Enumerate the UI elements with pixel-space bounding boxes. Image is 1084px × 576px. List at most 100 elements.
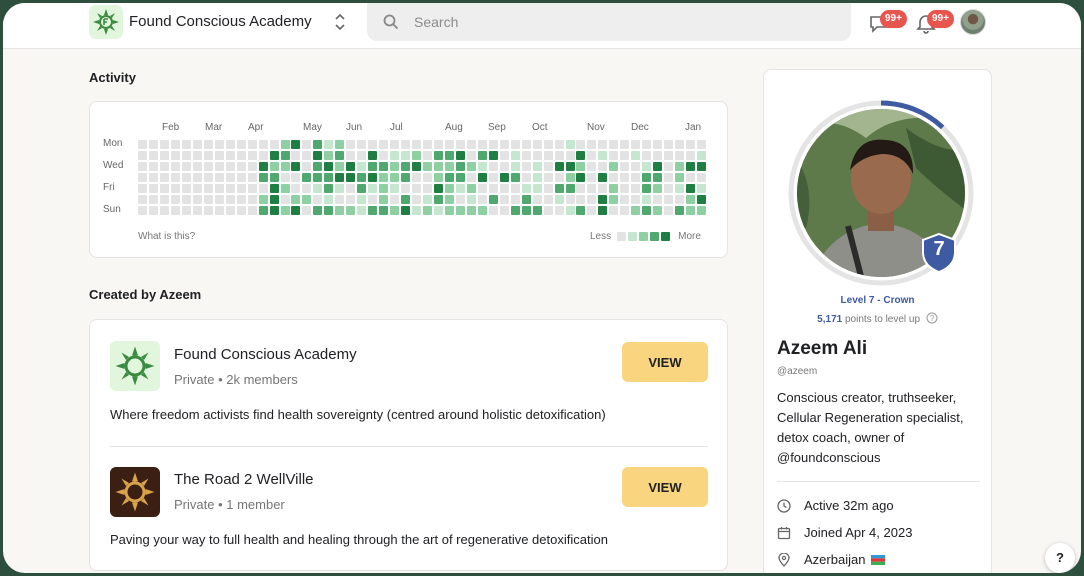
activity-day-cell <box>686 173 696 182</box>
level-badge-number: 7 <box>933 238 945 260</box>
activity-day-cell <box>390 162 400 171</box>
activity-day-cell <box>664 140 674 149</box>
activity-day-cell <box>455 184 465 193</box>
activity-day-cell <box>609 184 619 193</box>
notifications-button[interactable]: 99+ <box>915 10 954 34</box>
activity-day-cell <box>302 162 312 171</box>
activity-day-cell <box>686 151 696 160</box>
chat-button[interactable]: 99+ <box>868 10 907 34</box>
activity-day-cell <box>401 206 411 215</box>
search-input[interactable]: Search <box>367 3 851 41</box>
activity-day-cell <box>455 151 465 160</box>
activity-day-cell <box>455 140 465 149</box>
activity-day-cell <box>576 206 586 215</box>
activity-day-cell <box>379 184 389 193</box>
activity-day-cell <box>335 140 345 149</box>
activity-day-cell <box>444 184 454 193</box>
activity-day-cell <box>291 206 301 215</box>
activity-day-cell <box>488 173 498 182</box>
what-is-this-link[interactable]: What is this? <box>138 231 195 242</box>
activity-day-cell <box>664 162 674 171</box>
activity-day-cell <box>203 162 213 171</box>
location-text: Azerbaijan <box>804 552 866 567</box>
activity-day-cell <box>159 195 169 204</box>
activity-day-cell <box>466 151 476 160</box>
activity-day-cell <box>576 140 586 149</box>
user-avatar[interactable] <box>960 9 986 35</box>
activity-day-cell <box>631 151 641 160</box>
activity-day-cell <box>192 151 202 160</box>
activity-day-cell <box>532 195 542 204</box>
profile-avatar[interactable]: 7 <box>786 98 976 288</box>
points-suffix: points to level up <box>842 314 921 325</box>
activity-day-cell <box>433 151 443 160</box>
activity-day-cell <box>510 162 520 171</box>
activity-day-cell <box>269 162 279 171</box>
activity-day-cell <box>543 184 553 193</box>
activity-day-cell <box>620 195 630 204</box>
activity-day-cell <box>565 206 575 215</box>
activity-day-cell <box>477 173 487 182</box>
activity-day-cell <box>390 173 400 182</box>
activity-day-cell <box>466 195 476 204</box>
group-2-name[interactable]: The Road 2 WellVille <box>174 471 314 488</box>
activity-day-cell <box>598 195 608 204</box>
activity-day-cell <box>258 184 268 193</box>
group-1-logo[interactable] <box>110 341 160 391</box>
group-name[interactable]: Found Conscious Academy <box>129 13 312 30</box>
activity-day-cell <box>697 140 707 149</box>
group-2-view-button[interactable]: VIEW <box>622 467 708 507</box>
activity-day-cell <box>324 151 334 160</box>
month-label: Sep <box>488 122 506 133</box>
activity-day-cell <box>401 162 411 171</box>
activity-day-cell <box>379 140 389 149</box>
activity-day-cell <box>686 162 696 171</box>
group-1-name[interactable]: Found Conscious Academy <box>174 346 357 363</box>
activity-day-cell <box>214 184 224 193</box>
activity-day-cell <box>236 162 246 171</box>
activity-day-cell <box>148 140 158 149</box>
activity-day-cell <box>598 184 608 193</box>
help-circle-icon[interactable]: ? <box>926 312 938 324</box>
activity-day-cell <box>423 206 432 215</box>
activity-day-cell <box>357 140 367 149</box>
activity-day-cell <box>697 173 707 182</box>
activity-day-cell <box>565 184 575 193</box>
activity-day-cell <box>444 140 454 149</box>
activity-day-cell <box>313 195 323 204</box>
month-label: May <box>303 122 322 133</box>
activity-day-cell <box>313 206 323 215</box>
activity-day-cell <box>609 140 619 149</box>
activity-day-cell <box>653 195 663 204</box>
activity-day-cell <box>477 162 487 171</box>
activity-day-cell <box>379 151 389 160</box>
activity-day-cell <box>401 184 411 193</box>
activity-day-cell <box>379 195 389 204</box>
calendar-icon <box>777 526 791 539</box>
activity-day-cell <box>401 140 411 149</box>
activity-day-cell <box>280 206 290 215</box>
day-label: Fri <box>103 182 115 193</box>
group-logo[interactable] <box>89 5 123 39</box>
activity-day-cell <box>642 195 652 204</box>
activity-day-cell <box>664 184 674 193</box>
activity-day-cell <box>488 206 498 215</box>
activity-day-cell <box>466 184 476 193</box>
activity-day-cell <box>554 162 564 171</box>
activity-day-cell <box>576 195 586 204</box>
activity-day-cell <box>269 195 279 204</box>
activity-day-cell <box>466 173 476 182</box>
group-1-view-button[interactable]: VIEW <box>622 342 708 382</box>
location: Azerbaijan <box>777 552 898 567</box>
activity-day-cell <box>148 184 158 193</box>
help-button[interactable]: ? <box>1045 543 1075 573</box>
legend-swatch <box>661 232 671 241</box>
group-2-logo[interactable] <box>110 467 160 517</box>
month-label: Jul <box>390 122 403 133</box>
activity-day-cell <box>236 184 246 193</box>
profile-name: Azeem Ali <box>777 338 868 359</box>
activity-day-cell <box>181 162 191 171</box>
activity-day-cell <box>269 140 279 149</box>
activity-day-cell <box>214 162 224 171</box>
switch-group-icon[interactable] <box>333 11 347 33</box>
